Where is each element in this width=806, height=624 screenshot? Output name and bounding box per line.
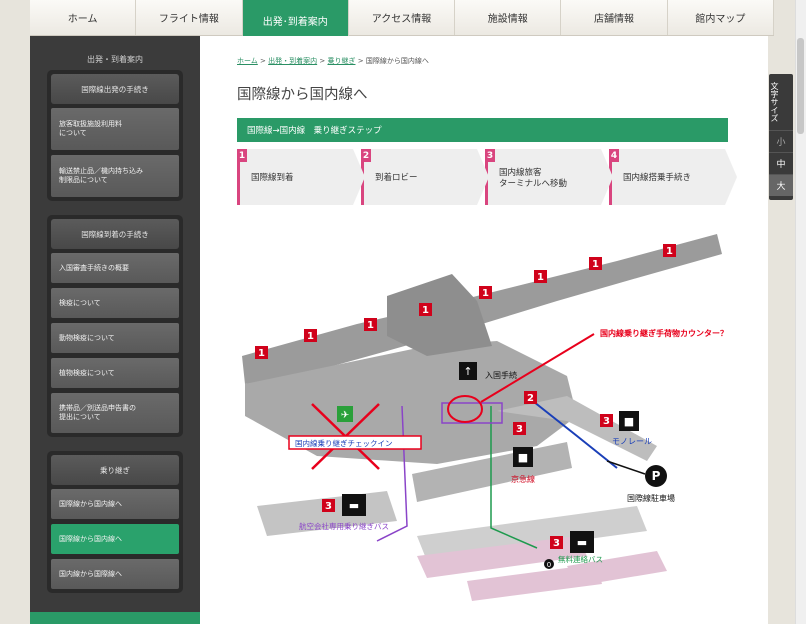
terminal-map: 1 1 1 1 1 1 1 1 ↑ 入国手続 国内線乗り継ぎ手荷物カウンター？ … (242, 234, 728, 601)
tab-floor-map[interactable]: 館内マップ (667, 0, 774, 35)
sidebar-group-transfer: 乗り継ぎ 国際線から国内線へ 国際線から国内線へ 国内線から国際線へ (47, 451, 183, 593)
svg-text:▬: ▬ (577, 536, 587, 549)
svg-text:1: 1 (537, 272, 544, 283)
sidebar-item-facility-fee[interactable]: 旅客取扱施設利用料 について (51, 108, 179, 150)
svg-text:✈: ✈ (341, 410, 349, 421)
step-4: 4 国内線搭乗手続き (609, 149, 737, 205)
svg-text:1: 1 (482, 288, 489, 299)
step-1: 1 国際線到着 (237, 149, 365, 205)
step-3: 3 国内線旅客 ターミナルへ移動 (485, 149, 613, 205)
breadcrumb-current: 国際線から国内線へ (365, 57, 429, 65)
breadcrumb-sep: > (319, 57, 326, 65)
svg-text:■: ■ (518, 451, 528, 464)
step-label: 国内線旅客 ターミナルへ移動 (499, 167, 568, 189)
svg-text:▬: ▬ (349, 499, 359, 512)
font-size-large-button[interactable]: 大 (769, 174, 793, 196)
step-2: 2 到着ロビー (361, 149, 489, 205)
annotation-text: 国内線乗り継ぎ手荷物カウンター？ (600, 328, 728, 338)
breadcrumb: ホーム > 出発・到着案内 > 乗り継ぎ > 国際線から国内線へ (237, 56, 429, 66)
svg-text:1: 1 (367, 320, 374, 331)
step-label: 到着ロビー (375, 173, 418, 184)
sidebar-group-title: 乗り継ぎ (51, 455, 179, 485)
breadcrumb-sep: > (260, 57, 266, 65)
breadcrumb-transfer[interactable]: 乗り継ぎ (327, 57, 355, 65)
sidebar: 出発・到着案内 国際線出発の手続き 旅客取扱施設利用料 について 輸送禁止品／機… (30, 36, 200, 624)
font-size-widget: 文字サイズ 小 中 大 (769, 74, 793, 200)
breadcrumb-sep: > (357, 57, 364, 65)
sidebar-item-animal-quarantine[interactable]: 動物検疫について (51, 323, 179, 353)
terminal-building (242, 234, 722, 561)
sidebar-item-transfer-1[interactable]: 国際線から国内線へ (51, 489, 179, 519)
scrollbar-thumb[interactable] (797, 38, 804, 134)
svg-text:国内線乗り継ぎチェックイン: 国内線乗り継ぎチェックイン (295, 438, 393, 448)
svg-text:1: 1 (422, 305, 429, 316)
svg-text:3: 3 (553, 538, 560, 549)
svg-text:■: ■ (624, 415, 634, 428)
svg-text:航空会社専用乗り継ぎバス: 航空会社専用乗り継ぎバス (299, 521, 389, 531)
sidebar-item-plant-quarantine[interactable]: 植物検疫について (51, 358, 179, 388)
svg-text:↑: ↑ (463, 365, 472, 378)
sidebar-item-transfer-intl-to-dom[interactable]: 国際線から国内線へ (51, 524, 179, 554)
tab-home[interactable]: ホーム (30, 0, 137, 35)
svg-text:2: 2 (527, 393, 534, 404)
font-size-medium-button[interactable]: 中 (769, 152, 793, 174)
svg-text:モノレール: モノレール (612, 437, 652, 446)
step-label: 国際線到着 (251, 173, 294, 184)
svg-text:3: 3 (603, 416, 610, 427)
sidebar-item-quarantine[interactable]: 検疫について (51, 288, 179, 318)
svg-text:1: 1 (592, 259, 599, 270)
font-size-small-button[interactable]: 小 (769, 130, 793, 152)
svg-text:入国手続: 入国手続 (485, 370, 517, 380)
section-title: 国際線→国内線 乗り継ぎステップ (237, 118, 728, 142)
tab-departures-arrivals[interactable]: 出発･到着案内 (242, 0, 349, 40)
tab-facilities[interactable]: 施設情報 (455, 0, 562, 35)
breadcrumb-home[interactable]: ホーム (237, 57, 258, 65)
svg-text:3: 3 (516, 424, 523, 435)
main-content: ホーム > 出発・到着案内 > 乗り継ぎ > 国際線から国内線へ 国際線から国内… (200, 36, 768, 624)
transfer-steps: 1 国際線到着 2 到着ロビー 3 国内線旅客 ターミナルへ移動 4 国内線搭乗手続き (237, 149, 737, 205)
tab-access[interactable]: アクセス情報 (348, 0, 456, 35)
step-accent (237, 162, 240, 205)
step-number: 1 (237, 149, 247, 162)
sidebar-heading: 出発・到着案内 (87, 55, 143, 64)
top-navigation: ホーム フライト情報 出発･到着案内 アクセス情報 施設情報 店舗情報 館内マッ… (30, 0, 774, 40)
sidebar-group-intl-arrival: 国際線到着の手続き 入国審査手続きの概要 検疫について 動物検疫について 植物検… (47, 215, 183, 437)
sidebar-item-prohibited-items[interactable]: 輸送禁止品／機内持ち込み 制限品について (51, 155, 179, 197)
svg-text:1: 1 (258, 348, 265, 359)
svg-text:1: 1 (307, 331, 314, 342)
sidebar-bottom-bar (30, 612, 200, 624)
sidebar-item-transfer-dom-to-intl[interactable]: 国内線から国際線へ (51, 559, 179, 589)
tab-flight-info[interactable]: フライト情報 (136, 0, 243, 35)
step-label: 国内線搭乗手続き (623, 173, 692, 184)
svg-text:1: 1 (666, 246, 673, 257)
breadcrumb-departures[interactable]: 出発・到着案内 (268, 57, 317, 65)
sidebar-group-title: 国際線到着の手続き (51, 219, 179, 249)
svg-text:京急線: 京急線 (511, 474, 535, 484)
page-title: 国際線から国内線へ (237, 87, 368, 103)
svg-text:無料連絡バス: 無料連絡バス (558, 554, 603, 564)
font-size-label: 文字サイズ (770, 82, 779, 122)
svg-text:0: 0 (547, 561, 551, 569)
sidebar-group-intl-departure: 国際線出発の手続き 旅客取扱施設利用料 について 輸送禁止品／機内持ち込み 制限… (47, 70, 183, 201)
sidebar-group-title: 国際線出発の手続き (51, 74, 179, 104)
tab-shops[interactable]: 店舗情報 (561, 0, 668, 35)
svg-text:国際線駐車場: 国際線駐車場 (627, 493, 675, 503)
sidebar-item-customs-declaration[interactable]: 携帯品／別送品申告書の 提出について (51, 393, 179, 433)
svg-text:3: 3 (325, 501, 332, 512)
svg-text:P: P (652, 469, 661, 483)
sidebar-item-immigration[interactable]: 入国審査手続きの概要 (51, 253, 179, 283)
